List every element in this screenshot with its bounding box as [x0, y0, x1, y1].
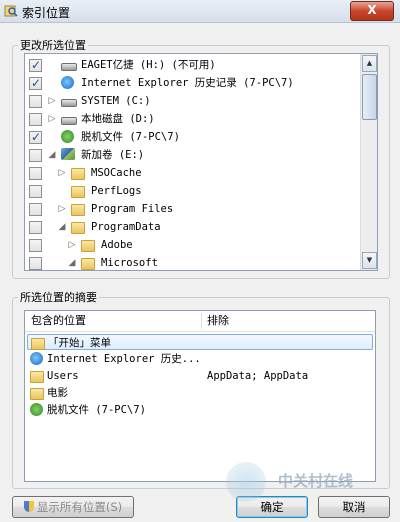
tree-scrollbar[interactable]: ▲ ▼: [360, 54, 377, 270]
folder-icon: [71, 168, 85, 180]
tree-item[interactable]: ▷ 本地磁盘 (D:): [25, 110, 359, 128]
folder-icon: [30, 371, 44, 383]
scroll-down-icon[interactable]: ▼: [362, 252, 377, 269]
watermark-logo: [226, 462, 266, 502]
expand-arrow-icon[interactable]: ▷: [47, 110, 57, 128]
index-options-icon: [4, 4, 18, 18]
summary-location: 「开始」菜单: [48, 337, 111, 349]
expand-arrow-icon[interactable]: ▷: [47, 92, 57, 110]
tree-item[interactable]: ✓ Internet Explorer 历史记录 (7-PC\7): [25, 74, 359, 92]
tree-checkbox[interactable]: [29, 185, 42, 198]
tree-checkbox[interactable]: [29, 149, 42, 162]
summary-location: Internet Explorer 历史...: [47, 353, 201, 365]
tree-item-label: Adobe: [101, 239, 133, 251]
tree-checkbox[interactable]: [29, 239, 42, 252]
summary-header: 包含的位置 排除: [25, 311, 375, 332]
summary-location: Users: [47, 370, 79, 382]
expand-arrow-icon[interactable]: ▷: [57, 164, 67, 182]
summary-row[interactable]: Users AppData; AppData: [27, 368, 373, 384]
tree-item-label: Internet Explorer 历史记录 (7-PC\7): [81, 77, 294, 89]
tree-item[interactable]: ▷ SYSTEM (C:): [25, 92, 359, 110]
tree-checkbox[interactable]: [29, 95, 42, 108]
tree-item[interactable]: PerfLogs: [25, 182, 359, 200]
drive-icon: [61, 117, 77, 125]
collapse-arrow-icon[interactable]: ◢: [57, 218, 67, 236]
offline-files-icon: [61, 130, 74, 143]
folder-icon: [81, 240, 95, 252]
tree-item[interactable]: ✓ EAGET亿捷 (H:) (不可用): [25, 56, 359, 74]
collapse-arrow-icon[interactable]: ◢: [47, 146, 57, 164]
tree-checkbox[interactable]: ✓: [29, 130, 42, 144]
scroll-thumb[interactable]: [362, 74, 377, 120]
volume-icon: [61, 148, 75, 160]
folder-icon: [71, 186, 85, 198]
column-excluded[interactable]: 排除: [207, 311, 229, 331]
close-icon: X: [367, 3, 377, 17]
tree-item[interactable]: ◢ 新加卷 (E:): [25, 146, 359, 164]
summary-row[interactable]: 电影: [27, 385, 373, 401]
tree-item-label: Microsoft: [101, 257, 158, 269]
column-included[interactable]: 包含的位置: [31, 311, 86, 331]
cancel-label: 取消: [342, 500, 366, 514]
summary-list[interactable]: 包含的位置 排除 「开始」菜单 Internet Explorer 历史... Us…: [24, 310, 376, 482]
tree-item[interactable]: ▷ MSOCache: [25, 164, 359, 182]
expand-arrow-icon[interactable]: ▷: [57, 200, 67, 218]
summary-row[interactable]: Internet Explorer 历史...: [27, 351, 373, 367]
shield-icon: [23, 501, 34, 512]
tree-checkbox[interactable]: [29, 221, 42, 234]
show-all-locations-button[interactable]: 显示所有位置(S): [12, 496, 134, 518]
summary-label: 所选位置的摘要: [18, 289, 99, 305]
close-button[interactable]: X: [350, 1, 394, 21]
scroll-up-icon[interactable]: ▲: [362, 55, 377, 72]
tree-item-label: ProgramData: [91, 221, 161, 233]
drive-icon: [61, 99, 77, 107]
summary-row[interactable]: 「开始」菜单: [27, 334, 373, 350]
show-all-label: 显示所有位置(S): [36, 500, 123, 514]
ie-icon: [30, 352, 43, 365]
folder-icon: [81, 258, 95, 270]
tree-checkbox[interactable]: [29, 257, 42, 270]
tree-checkbox[interactable]: [29, 113, 42, 126]
tree-item-label: 脱机文件 (7-PC\7): [81, 131, 180, 143]
tree-item-label: SYSTEM (C:): [81, 95, 151, 107]
tree-item[interactable]: ✓ 脱机文件 (7-PC\7): [25, 128, 359, 146]
folder-icon: [71, 204, 85, 216]
tree-item-label: Program Files: [91, 203, 174, 215]
change-locations-label: 更改所选位置: [18, 37, 88, 53]
folder-icon: [30, 388, 44, 400]
tree-item-label: EAGET亿捷 (H:) (不可用): [81, 59, 216, 71]
expand-arrow-icon[interactable]: ▷: [67, 236, 77, 254]
tree-item[interactable]: ◢ ProgramData: [25, 218, 359, 236]
tree-checkbox[interactable]: [29, 167, 42, 180]
tree-item[interactable]: ▷ Program Files: [25, 200, 359, 218]
tree-checkbox[interactable]: [29, 203, 42, 216]
summary-location: 脱机文件 (7-PC\7): [47, 404, 146, 416]
summary-location: 电影: [47, 387, 68, 399]
cancel-button[interactable]: 取消: [318, 496, 390, 518]
tree-checkbox[interactable]: ✓: [29, 76, 42, 90]
summary-row[interactable]: 脱机文件 (7-PC\7): [27, 402, 373, 418]
collapse-arrow-icon[interactable]: ◢: [67, 254, 77, 270]
tree-item-label: PerfLogs: [91, 185, 142, 197]
watermark-text: 中关村在线: [278, 472, 354, 490]
drive-icon: [61, 63, 77, 71]
summary-exclude: AppData; AppData: [207, 370, 309, 382]
tree-item-label: 新加卷 (E:): [81, 149, 145, 161]
locations-tree[interactable]: ✓ EAGET亿捷 (H:) (不可用) ✓ Internet Explorer 历史…: [24, 53, 378, 271]
ok-label: 确定: [260, 500, 284, 514]
folder-icon: [31, 338, 45, 350]
title-bar: 索引位置 X: [0, 0, 400, 23]
tree-item[interactable]: ▷ Adobe: [25, 236, 359, 254]
tree-item[interactable]: ◢ Microsoft: [25, 254, 359, 270]
ie-icon: [61, 76, 74, 89]
tree-item-label: 本地磁盘 (D:): [81, 113, 155, 125]
window-title: 索引位置: [22, 6, 71, 20]
folder-icon: [71, 222, 85, 234]
offline-files-icon: [30, 403, 43, 416]
tree-checkbox[interactable]: ✓: [29, 58, 42, 72]
tree-item-label: MSOCache: [91, 167, 142, 179]
